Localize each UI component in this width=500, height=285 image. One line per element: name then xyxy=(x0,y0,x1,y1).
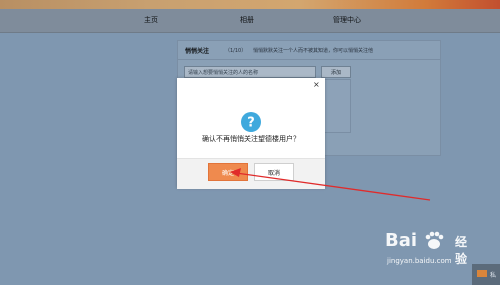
mail-icon xyxy=(477,270,487,277)
panel-header: 悄悄关注 （1/10） 悄悄默默关注一个人而不被其知道，你可以悄悄关注他 xyxy=(178,41,440,60)
cancel-button-label: 取消 xyxy=(267,170,280,177)
watermark-jingyan: 经验 xyxy=(455,235,468,266)
confirm-button[interactable]: 确定 xyxy=(208,163,248,181)
follow-name-input-placeholder: 请输入想要悄悄关注的人的名称 xyxy=(188,70,259,76)
add-follow-button[interactable]: 添加 xyxy=(321,66,351,78)
top-nav: 主页 相册 管理中心 xyxy=(0,9,500,33)
top-banner-strip xyxy=(0,0,500,9)
add-follow-button-label: 添加 xyxy=(330,70,341,76)
question-icon: ? xyxy=(241,112,261,132)
nav-home[interactable]: 主页 xyxy=(144,15,158,25)
nav-album[interactable]: 相册 xyxy=(240,15,254,25)
baidu-paw-icon xyxy=(425,231,444,249)
cancel-button[interactable]: 取消 xyxy=(254,163,294,181)
nav-admin[interactable]: 管理中心 xyxy=(333,15,361,25)
panel-description: 悄悄默默关注一个人而不被其知道，你可以悄悄关注他 xyxy=(253,48,374,54)
watermark-brand: Bai xyxy=(385,230,418,251)
dialog-footer xyxy=(177,158,325,189)
panel-title: 悄悄关注 xyxy=(185,48,210,55)
dialog-message: 确认不再悄悄关注望德楼用户？ xyxy=(202,135,300,143)
svg-text:?: ? xyxy=(247,116,255,131)
corner-message-widget[interactable]: 私 xyxy=(472,264,500,285)
confirm-button-label: 确定 xyxy=(221,170,234,177)
follow-name-input[interactable]: 请输入想要悄悄关注的人的名称 xyxy=(184,66,316,78)
corner-message-label: 私 xyxy=(490,272,497,279)
watermark-url: jingyan.baidu.com xyxy=(387,257,452,265)
baidu-jingyan-watermark: Bai 经验 jingyan.baidu.com xyxy=(385,230,477,275)
panel-count: （1/10） xyxy=(225,48,247,54)
confirm-dialog: × ? 确认不再悄悄关注望德楼用户？ 确定 取消 xyxy=(177,78,325,189)
close-icon[interactable]: × xyxy=(313,81,320,89)
